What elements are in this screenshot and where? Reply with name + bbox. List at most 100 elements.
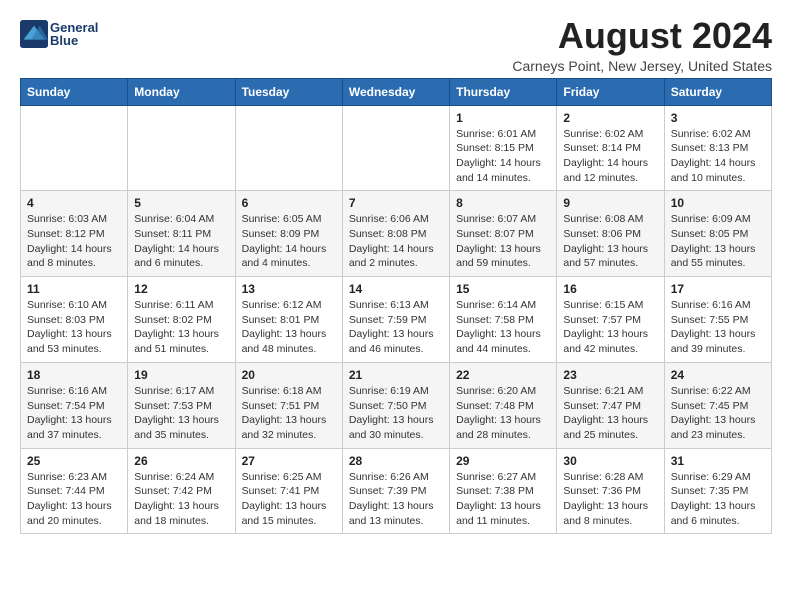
day-number: 8 <box>456 196 550 210</box>
day-number: 18 <box>27 368 121 382</box>
day-info: Sunrise: 6:17 AM Sunset: 7:53 PM Dayligh… <box>134 384 228 443</box>
day-number: 20 <box>242 368 336 382</box>
calendar-cell: 22 Sunrise: 6:20 AM Sunset: 7:48 PM Dayli… <box>450 362 557 448</box>
logo-text: General Blue <box>50 20 98 48</box>
day-number: 17 <box>671 282 765 296</box>
calendar-cell: 5 Sunrise: 6:04 AM Sunset: 8:11 PM Daylig… <box>128 191 235 277</box>
day-number: 5 <box>134 196 228 210</box>
day-info: Sunrise: 6:28 AM Sunset: 7:36 PM Dayligh… <box>563 470 657 529</box>
calendar-cell: 30 Sunrise: 6:28 AM Sunset: 7:36 PM Dayli… <box>557 448 664 534</box>
calendar-cell: 6Sunrise: 6:05 AM Sunset: 8:09 PM Daylig… <box>235 191 342 277</box>
day-info: Sunrise: 6:22 AM Sunset: 7:45 PM Dayligh… <box>671 384 765 443</box>
calendar-cell: 27 Sunrise: 6:25 AM Sunset: 7:41 PM Dayli… <box>235 448 342 534</box>
day-number: 24 <box>671 368 765 382</box>
week-row-5: 25 Sunrise: 6:23 AM Sunset: 7:44 PM Dayli… <box>21 448 772 534</box>
day-info: Sunrise: 6:15 AM Sunset: 7:57 PM Dayligh… <box>563 298 657 357</box>
day-info: Sunrise: 6:18 AM Sunset: 7:51 PM Dayligh… <box>242 384 336 443</box>
day-info: Sunrise: 6:02 AM Sunset: 8:14 PM Dayligh… <box>563 127 657 186</box>
calendar-cell: 1 Sunrise: 6:01 AM Sunset: 8:15 PM Daylig… <box>450 105 557 191</box>
calendar-cell: 19Sunrise: 6:17 AM Sunset: 7:53 PM Dayli… <box>128 362 235 448</box>
calendar-cell: 17 Sunrise: 6:16 AM Sunset: 7:55 PM Dayli… <box>664 277 771 363</box>
page-title: August 2024 <box>512 16 772 56</box>
calendar-cell <box>342 105 449 191</box>
calendar-cell: 4Sunrise: 6:03 AM Sunset: 8:12 PM Daylig… <box>21 191 128 277</box>
day-number: 25 <box>27 454 121 468</box>
title-area: August 2024 Carneys Point, New Jersey, U… <box>512 16 772 74</box>
day-number: 10 <box>671 196 765 210</box>
calendar-cell: 26 Sunrise: 6:24 AM Sunset: 7:42 PM Dayli… <box>128 448 235 534</box>
day-info: Sunrise: 6:23 AM Sunset: 7:44 PM Dayligh… <box>27 470 121 529</box>
calendar-cell: 20 Sunrise: 6:18 AM Sunset: 7:51 PM Dayli… <box>235 362 342 448</box>
day-info: Sunrise: 6:27 AM Sunset: 7:38 PM Dayligh… <box>456 470 550 529</box>
day-number: 26 <box>134 454 228 468</box>
week-row-2: 4Sunrise: 6:03 AM Sunset: 8:12 PM Daylig… <box>21 191 772 277</box>
calendar-cell: 13 Sunrise: 6:12 AM Sunset: 8:01 PM Dayli… <box>235 277 342 363</box>
day-number: 21 <box>349 368 443 382</box>
week-row-1: 1 Sunrise: 6:01 AM Sunset: 8:15 PM Daylig… <box>21 105 772 191</box>
day-info: Sunrise: 6:12 AM Sunset: 8:01 PM Dayligh… <box>242 298 336 357</box>
week-row-3: 11 Sunrise: 6:10 AM Sunset: 8:03 PM Dayli… <box>21 277 772 363</box>
day-number: 30 <box>563 454 657 468</box>
day-info: Sunrise: 6:16 AM Sunset: 7:54 PM Dayligh… <box>27 384 121 443</box>
day-number: 27 <box>242 454 336 468</box>
day-number: 23 <box>563 368 657 382</box>
weekday-header-tuesday: Tuesday <box>235 78 342 105</box>
calendar-cell <box>128 105 235 191</box>
day-number: 3 <box>671 111 765 125</box>
day-info: Sunrise: 6:19 AM Sunset: 7:50 PM Dayligh… <box>349 384 443 443</box>
weekday-header-thursday: Thursday <box>450 78 557 105</box>
calendar-cell: 16 Sunrise: 6:15 AM Sunset: 7:57 PM Dayli… <box>557 277 664 363</box>
day-number: 6 <box>242 196 336 210</box>
weekday-header-saturday: Saturday <box>664 78 771 105</box>
day-number: 4 <box>27 196 121 210</box>
weekday-header-sunday: Sunday <box>21 78 128 105</box>
day-info: Sunrise: 6:08 AM Sunset: 8:06 PM Dayligh… <box>563 212 657 271</box>
calendar-cell: 10 Sunrise: 6:09 AM Sunset: 8:05 PM Dayli… <box>664 191 771 277</box>
calendar-cell: 29 Sunrise: 6:27 AM Sunset: 7:38 PM Dayli… <box>450 448 557 534</box>
day-info: Sunrise: 6:04 AM Sunset: 8:11 PM Dayligh… <box>134 212 228 271</box>
day-info: Sunrise: 6:20 AM Sunset: 7:48 PM Dayligh… <box>456 384 550 443</box>
calendar-cell <box>235 105 342 191</box>
day-number: 1 <box>456 111 550 125</box>
day-number: 31 <box>671 454 765 468</box>
day-info: Sunrise: 6:16 AM Sunset: 7:55 PM Dayligh… <box>671 298 765 357</box>
day-number: 28 <box>349 454 443 468</box>
day-number: 29 <box>456 454 550 468</box>
day-info: Sunrise: 6:24 AM Sunset: 7:42 PM Dayligh… <box>134 470 228 529</box>
calendar-cell: 14 Sunrise: 6:13 AM Sunset: 7:59 PM Dayli… <box>342 277 449 363</box>
day-number: 13 <box>242 282 336 296</box>
day-info: Sunrise: 6:26 AM Sunset: 7:39 PM Dayligh… <box>349 470 443 529</box>
day-number: 14 <box>349 282 443 296</box>
calendar-cell: 11 Sunrise: 6:10 AM Sunset: 8:03 PM Dayli… <box>21 277 128 363</box>
day-number: 16 <box>563 282 657 296</box>
day-info: Sunrise: 6:14 AM Sunset: 7:58 PM Dayligh… <box>456 298 550 357</box>
day-number: 11 <box>27 282 121 296</box>
day-number: 22 <box>456 368 550 382</box>
day-info: Sunrise: 6:02 AM Sunset: 8:13 PM Dayligh… <box>671 127 765 186</box>
day-info: Sunrise: 6:25 AM Sunset: 7:41 PM Dayligh… <box>242 470 336 529</box>
day-info: Sunrise: 6:11 AM Sunset: 8:02 PM Dayligh… <box>134 298 228 357</box>
day-info: Sunrise: 6:09 AM Sunset: 8:05 PM Dayligh… <box>671 212 765 271</box>
calendar-cell: 25 Sunrise: 6:23 AM Sunset: 7:44 PM Dayli… <box>21 448 128 534</box>
calendar-cell: 2 Sunrise: 6:02 AM Sunset: 8:14 PM Daylig… <box>557 105 664 191</box>
calendar-cell: 9 Sunrise: 6:08 AM Sunset: 8:06 PM Daylig… <box>557 191 664 277</box>
week-row-4: 18 Sunrise: 6:16 AM Sunset: 7:54 PM Dayli… <box>21 362 772 448</box>
day-number: 12 <box>134 282 228 296</box>
header: General Blue August 2024 Carneys Point, … <box>20 16 772 74</box>
calendar-cell: 21 Sunrise: 6:19 AM Sunset: 7:50 PM Dayli… <box>342 362 449 448</box>
weekday-header-wednesday: Wednesday <box>342 78 449 105</box>
calendar-cell: 18 Sunrise: 6:16 AM Sunset: 7:54 PM Dayli… <box>21 362 128 448</box>
weekday-header-monday: Monday <box>128 78 235 105</box>
calendar-cell: 28 Sunrise: 6:26 AM Sunset: 7:39 PM Dayli… <box>342 448 449 534</box>
day-info: Sunrise: 6:06 AM Sunset: 8:08 PM Dayligh… <box>349 212 443 271</box>
day-info: Sunrise: 6:29 AM Sunset: 7:35 PM Dayligh… <box>671 470 765 529</box>
calendar-table: SundayMondayTuesdayWednesdayThursdayFrid… <box>20 78 772 535</box>
day-info: Sunrise: 6:13 AM Sunset: 7:59 PM Dayligh… <box>349 298 443 357</box>
day-info: Sunrise: 6:21 AM Sunset: 7:47 PM Dayligh… <box>563 384 657 443</box>
calendar-cell: 31 Sunrise: 6:29 AM Sunset: 7:35 PM Dayli… <box>664 448 771 534</box>
day-number: 9 <box>563 196 657 210</box>
day-number: 2 <box>563 111 657 125</box>
calendar-cell: 23 Sunrise: 6:21 AM Sunset: 7:47 PM Dayli… <box>557 362 664 448</box>
day-info: Sunrise: 6:01 AM Sunset: 8:15 PM Dayligh… <box>456 127 550 186</box>
day-info: Sunrise: 6:10 AM Sunset: 8:03 PM Dayligh… <box>27 298 121 357</box>
